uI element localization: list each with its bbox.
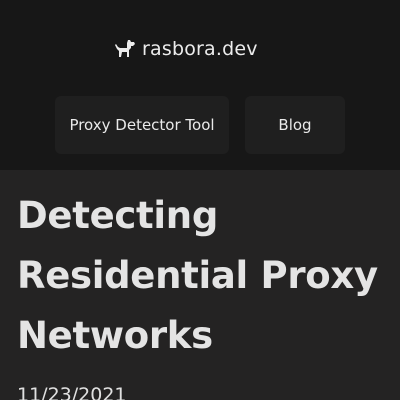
article-title: Detecting Residential Proxy Networks xyxy=(17,194,378,357)
article-date: 11/23/2021 xyxy=(17,384,127,400)
brand-name: rasbora.dev xyxy=(142,38,258,60)
article-header: Detecting Residential Proxy Networks xyxy=(17,186,387,366)
brand-link[interactable]: rasbora.dev xyxy=(114,36,258,62)
site-header: rasbora.dev Proxy Detector Tool Blog xyxy=(0,0,400,170)
dog-icon xyxy=(114,39,136,59)
nav-blog-label: Blog xyxy=(278,116,312,134)
nav-proxy-detector-tool[interactable]: Proxy Detector Tool xyxy=(55,96,229,154)
nav-blog[interactable]: Blog xyxy=(245,96,345,154)
nav-proxy-detector-tool-label: Proxy Detector Tool xyxy=(69,116,215,134)
